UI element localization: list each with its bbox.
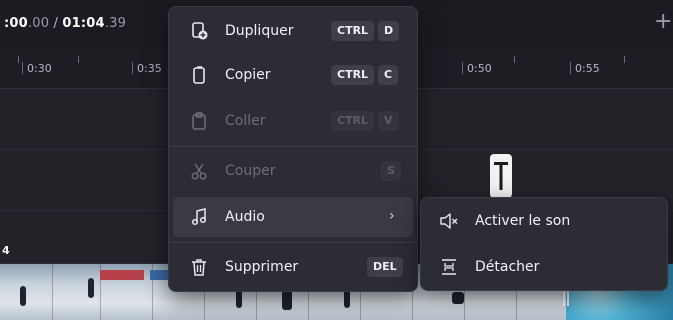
ruler-tick: 0:55 bbox=[570, 62, 600, 75]
paste-icon bbox=[192, 112, 206, 130]
shortcut-key: S bbox=[381, 161, 401, 181]
music-note-icon bbox=[191, 208, 207, 226]
ruler-tick: 0:30 bbox=[22, 62, 52, 75]
ruler-tick: 0:50 bbox=[462, 62, 492, 75]
duplicate-icon bbox=[192, 22, 208, 40]
menu-item-label: Dupliquer bbox=[225, 23, 294, 39]
ruler-minor-tick bbox=[514, 56, 515, 63]
skater-figure bbox=[452, 292, 464, 304]
shortcut-key: DEL bbox=[367, 257, 403, 277]
add-icon[interactable]: + bbox=[654, 11, 672, 33]
ruler-minor-tick bbox=[624, 56, 625, 63]
speaker-muted-icon bbox=[440, 213, 458, 229]
current-time-frac: .00 bbox=[27, 16, 50, 31]
text-cursor-icon bbox=[494, 162, 508, 190]
menu-item-duplicate[interactable]: Dupliquer CTRL D bbox=[173, 11, 413, 51]
detach-icon bbox=[442, 259, 456, 275]
shortcut-key: C bbox=[378, 65, 399, 85]
submenu-item-unmute[interactable]: Activer le son bbox=[425, 201, 663, 241]
menu-item-label: Supprimer bbox=[225, 259, 299, 275]
skater-figure bbox=[88, 278, 94, 298]
shortcut-key: CTRL bbox=[331, 111, 375, 131]
scissors-icon bbox=[191, 163, 207, 180]
rink-banner bbox=[100, 270, 144, 280]
shortcut-key: D bbox=[378, 21, 400, 41]
submenu-item-detach[interactable]: Détacher bbox=[425, 247, 663, 287]
menu-divider bbox=[169, 242, 417, 243]
shortcut-key: CTRL bbox=[331, 21, 375, 41]
menu-item-label: Copier bbox=[225, 67, 271, 83]
text-clip-handle[interactable] bbox=[490, 154, 512, 198]
timecode-display: :00.00 / 01:04.39 bbox=[4, 16, 126, 31]
menu-item-label: Couper bbox=[225, 163, 276, 179]
submenu-item-label: Détacher bbox=[475, 259, 540, 275]
track-number: 4 bbox=[2, 244, 10, 257]
trash-icon bbox=[192, 259, 206, 276]
skater-figure bbox=[282, 290, 292, 310]
skater-figure bbox=[20, 286, 26, 306]
total-time: 01:04 bbox=[62, 16, 105, 31]
ruler-tick: 0:35 bbox=[132, 62, 162, 75]
menu-item-delete[interactable]: Supprimer DEL bbox=[173, 247, 413, 287]
menu-divider bbox=[169, 146, 417, 147]
current-time: :00 bbox=[4, 16, 28, 31]
context-menu: Dupliquer CTRL D Copier CTRL C Coller CT… bbox=[168, 6, 418, 292]
submenu-item-label: Activer le son bbox=[475, 213, 571, 229]
timecode-separator: / bbox=[49, 16, 63, 31]
ruler-minor-tick bbox=[78, 56, 79, 63]
copy-icon bbox=[193, 66, 205, 84]
audio-submenu: Activer le son Détacher bbox=[420, 197, 668, 291]
menu-item-label: Coller bbox=[225, 113, 266, 129]
chevron-right-icon: › bbox=[389, 208, 395, 224]
shortcut-key: V bbox=[378, 111, 399, 131]
menu-item-copy[interactable]: Copier CTRL C bbox=[173, 55, 413, 95]
menu-item-audio[interactable]: Audio › bbox=[173, 197, 413, 237]
filmstrip-frame bbox=[0, 264, 53, 320]
shortcut-key: CTRL bbox=[331, 65, 375, 85]
menu-item-label: Audio bbox=[225, 209, 265, 225]
total-time-frac: .39 bbox=[104, 16, 127, 31]
menu-item-paste[interactable]: Coller CTRL V bbox=[173, 101, 413, 141]
ruler-minor-tick bbox=[18, 56, 19, 63]
menu-item-cut[interactable]: Couper S bbox=[173, 151, 413, 191]
